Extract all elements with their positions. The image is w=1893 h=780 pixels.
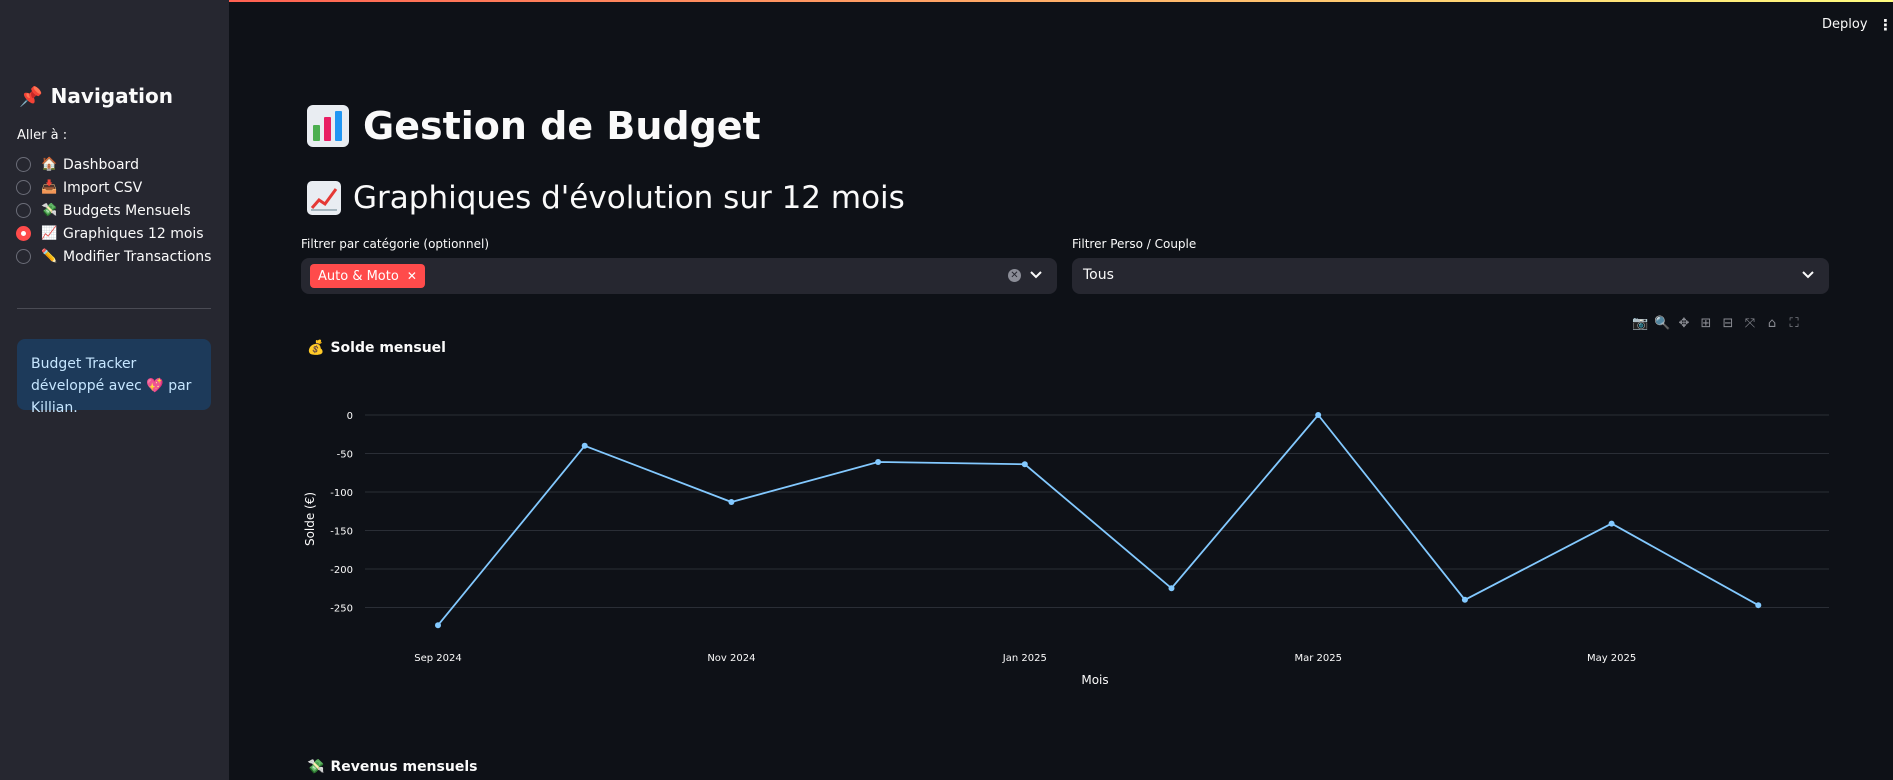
data-point	[728, 499, 735, 506]
data-point	[435, 622, 441, 629]
money-wings-icon: 💸	[307, 759, 325, 775]
x-tick-label: May 2025	[1587, 653, 1636, 664]
data-point	[1755, 602, 1762, 609]
data-point	[1168, 585, 1175, 592]
data-point	[581, 442, 588, 449]
x-axis-title: Mois	[1081, 673, 1108, 687]
line-chart[interactable]: 0 -50 -100 -150 -200 -250 Sep 2024 Nov 2024 Jan …	[0, 0, 1893, 780]
y-tick-label: -250	[330, 604, 353, 615]
y-tick-label: -200	[330, 565, 353, 576]
x-tick-label: Jan 2025	[1002, 653, 1047, 664]
data-point	[1315, 412, 1322, 418]
x-tick-label: Sep 2024	[414, 653, 461, 664]
y-axis-title: Solde (€)	[303, 492, 317, 546]
y-tick-label: -100	[330, 488, 353, 499]
data-point	[875, 458, 882, 465]
x-tick-label: Mar 2025	[1294, 653, 1342, 664]
y-tick-label: 0	[347, 411, 353, 422]
data-point	[1461, 596, 1468, 603]
y-tick-label: -50	[337, 450, 353, 461]
x-tick-label: Nov 2024	[707, 653, 755, 664]
data-point	[1608, 520, 1615, 527]
data-point	[1021, 461, 1028, 468]
next-section-title: 💸 Revenus mensuels	[307, 759, 477, 775]
next-section-title-text: Revenus mensuels	[330, 759, 478, 775]
y-tick-label: -150	[330, 527, 353, 538]
series-line	[437, 413, 1759, 626]
